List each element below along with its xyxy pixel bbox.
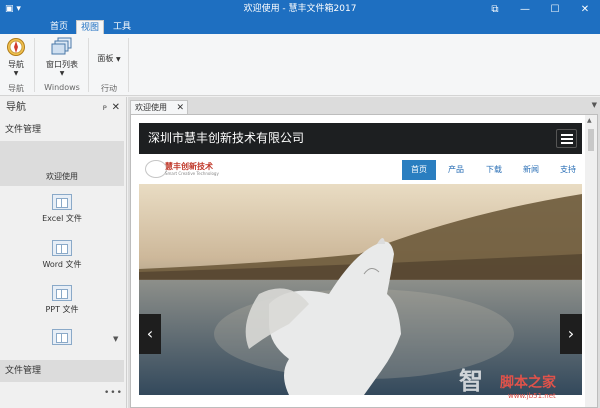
carousel-prev-button[interactable]: ‹: [139, 314, 161, 354]
nav-panel-title: 导航: [6, 102, 26, 113]
nav-item-word[interactable]: Word 文件: [0, 240, 124, 270]
watermark-text: 脚本之家: [500, 375, 556, 391]
nav-item-ppt[interactable]: PPT 文件: [0, 285, 124, 315]
chevron-down-icon: ▼: [115, 56, 121, 63]
word-file-icon: [52, 240, 72, 256]
panel-button-label: 面板: [97, 54, 114, 63]
nav-panel-header: 导航 ᴘ ✕: [0, 97, 127, 119]
pin-icon[interactable]: ᴘ: [103, 97, 107, 119]
nav-bottom-section[interactable]: 文件管理: [0, 360, 124, 382]
web-browser-view: ▲ 深圳市慧丰创新技术有限公司 慧丰创新技术 Smart Creative Te…: [130, 114, 598, 408]
window-list-label: 窗口列表: [46, 60, 78, 69]
logo-emblem-icon: [145, 160, 167, 178]
title-bar: ▣ ▾ 欢迎使用 - 慧丰文件箱2017 ⧉ — ☐ ✕: [0, 0, 600, 19]
group-label-windows: Windows: [44, 83, 80, 92]
site-logo[interactable]: 慧丰创新技术 Smart Creative Technology: [145, 160, 225, 178]
more-file-icon: [52, 329, 72, 345]
nav-item-label: PPT 文件: [45, 305, 79, 314]
svg-text:智: 智: [459, 367, 483, 395]
tab-tools[interactable]: 工具: [108, 20, 136, 34]
nav-item-welcome[interactable]: 欢迎使用: [0, 141, 124, 186]
tab-home[interactable]: 首页: [46, 20, 72, 34]
site-nav-home[interactable]: 首页: [402, 160, 436, 180]
chevron-down-icon: ▼: [59, 70, 65, 77]
ribbon: 导航 ▼ 导航 窗口列表 ▼ Windows 面板 ▼ 行动: [0, 34, 600, 96]
document-area: 欢迎使用 ✕ ▼ ▲ 深圳市慧丰创新技术有限公司 慧丰创新技术 Smart Cr…: [128, 97, 600, 408]
carousel-next-button[interactable]: ›: [560, 314, 582, 354]
minimize-button[interactable]: —: [511, 0, 539, 19]
excel-file-icon: [52, 194, 72, 210]
scroll-up-icon[interactable]: ▲: [587, 117, 592, 124]
nav-button[interactable]: 导航 ▼: [2, 37, 30, 77]
panel-button[interactable]: 面板 ▼: [92, 53, 126, 64]
nav-item-label: 欢迎使用: [46, 172, 78, 181]
nav-section-title[interactable]: 文件管理: [0, 121, 127, 139]
restore-icon[interactable]: ⧉: [481, 0, 509, 19]
more-options-icon[interactable]: •••: [104, 388, 123, 398]
close-icon[interactable]: ✕: [176, 101, 184, 115]
company-name: 深圳市慧丰创新技术有限公司: [148, 131, 305, 145]
group-label-nav: 导航: [8, 84, 24, 93]
doc-tab-welcome[interactable]: 欢迎使用 ✕: [130, 100, 188, 114]
chevron-down-icon: ▼: [13, 70, 19, 77]
ppt-file-icon: [52, 285, 72, 301]
nav-item-label: Word 文件: [42, 260, 82, 269]
nav-button-label: 导航: [8, 60, 24, 69]
window-list-button[interactable]: 窗口列表 ▼: [40, 37, 84, 77]
navigation-panel: 导航 ᴘ ✕ 文件管理 欢迎使用 Excel 文件 Word 文件 PPT 文件…: [0, 97, 127, 408]
window-list-icon: [51, 37, 72, 55]
nav-item-more[interactable]: .......: [0, 329, 124, 353]
ribbon-separator: [34, 38, 35, 92]
site-nav: 慧丰创新技术 Smart Creative Technology 首页 产品 下…: [139, 154, 582, 184]
site-nav-download[interactable]: 下载: [479, 160, 509, 180]
scroll-down-icon[interactable]: ▼: [113, 335, 118, 343]
ribbon-tab-bar: 首页 视图 工具: [0, 19, 600, 34]
tab-list-icon[interactable]: ▼: [592, 101, 597, 109]
site-nav-support[interactable]: 支持: [553, 160, 583, 180]
site-nav-products[interactable]: 产品: [441, 160, 471, 180]
hamburger-menu-icon[interactable]: [556, 129, 577, 148]
window-title: 欢迎使用 - 慧丰文件箱2017: [243, 4, 357, 14]
nav-item-excel[interactable]: Excel 文件: [0, 194, 124, 224]
doc-tab-label: 欢迎使用: [135, 103, 167, 112]
group-label-actions: 行动: [101, 84, 117, 93]
site-nav-news[interactable]: 新闻: [516, 160, 546, 180]
ribbon-separator: [88, 38, 89, 92]
maximize-button[interactable]: ☐: [541, 0, 569, 19]
close-icon[interactable]: ✕: [112, 97, 120, 119]
nav-item-label: Excel 文件: [42, 214, 82, 223]
tab-view[interactable]: 视图: [76, 20, 104, 34]
banner-image: 智: [139, 184, 582, 395]
site-header: 深圳市慧丰创新技术有限公司: [139, 123, 582, 154]
scroll-thumb[interactable]: [588, 129, 594, 151]
compass-icon: [7, 38, 25, 56]
close-button[interactable]: ✕: [571, 0, 599, 19]
scrollbar[interactable]: ▲: [585, 115, 597, 407]
logo-subtext: Smart Creative Technology: [165, 171, 219, 176]
banner-carousel[interactable]: 智 ‹ ›: [139, 184, 582, 395]
watermark-url: www.jb51.net: [508, 392, 556, 400]
nav-item-label: .......: [53, 348, 71, 353]
ribbon-separator: [128, 38, 129, 92]
